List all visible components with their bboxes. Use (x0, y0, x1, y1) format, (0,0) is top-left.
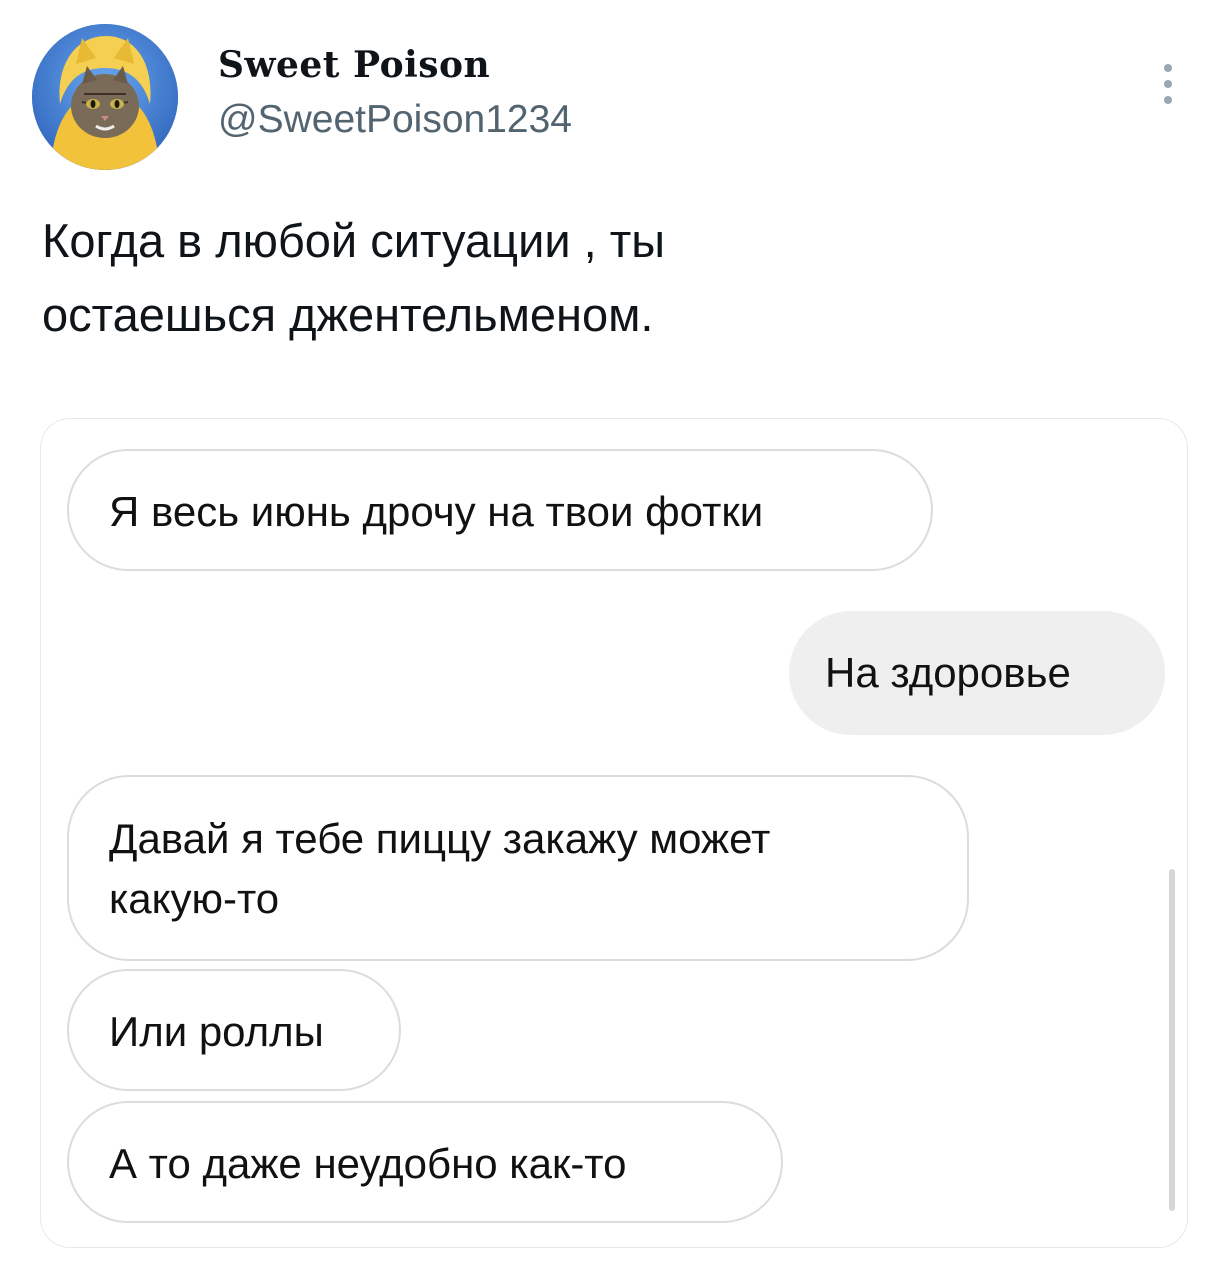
message-text-line-2: какую-то (109, 875, 280, 922)
message-text: Я весь июнь дрочу на твои фотки (109, 488, 764, 535)
chat-message-incoming: Давай я тебе пиццу закажу может какую-то (67, 775, 969, 961)
message-text: А то даже неудобно как-то (109, 1140, 627, 1187)
message-text-line-1: Давай я тебе пиццу закажу может (109, 815, 771, 862)
more-dot (1164, 80, 1172, 88)
tweet-header: Sweet Poison @SweetPoison1234 (32, 24, 1192, 174)
chat-message-incoming: Я весь июнь дрочу на твои фотки (67, 449, 933, 571)
message-text: На здоровье (825, 649, 1071, 696)
tweet-text-line-2: остаешься джентельменом. (42, 288, 654, 341)
chat-message-incoming: Или роллы (67, 969, 401, 1091)
attached-chat-screenshot[interactable]: Я весь июнь дрочу на твои фотки На здоро… (40, 418, 1188, 1248)
tweet-text-line-1: Когда в любой ситуации , ты (42, 214, 666, 267)
cat-avatar-icon[interactable] (32, 24, 178, 170)
chat-message-incoming: А то даже неудобно как-то (67, 1101, 783, 1223)
author-names: Sweet Poison @SweetPoison1234 (218, 42, 572, 146)
chat-scrollbar[interactable] (1169, 869, 1175, 1211)
author-handle[interactable]: @SweetPoison1234 (218, 94, 572, 146)
avatar-image (32, 24, 178, 170)
author-display-name[interactable]: Sweet Poison (218, 42, 572, 88)
more-dot (1164, 64, 1172, 72)
chat-message-outgoing: На здоровье (789, 611, 1165, 735)
message-text: Или роллы (109, 1008, 324, 1055)
more-dot (1164, 96, 1172, 104)
more-options-icon[interactable] (1158, 64, 1178, 108)
tweet-text: Когда в любой ситуации , ты остаешься дже… (42, 204, 1182, 352)
